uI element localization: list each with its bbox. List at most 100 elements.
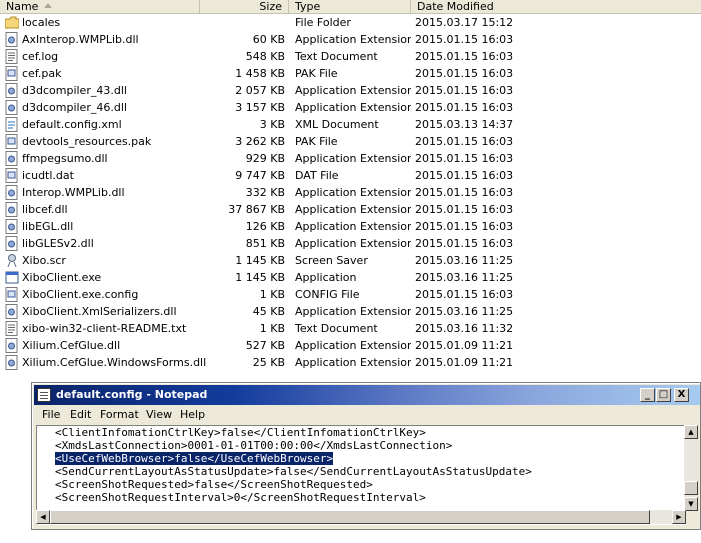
dll-icon — [5, 236, 19, 251]
generic-file-icon — [5, 134, 19, 149]
column-header-type[interactable]: Type — [289, 0, 411, 14]
notepad-window: default.config - Notepad _ □ X File Edit… — [31, 382, 701, 530]
generic-file-icon — [5, 287, 19, 302]
minimize-button[interactable]: _ — [640, 388, 655, 402]
scroll-left-icon[interactable]: ◀ — [36, 510, 50, 524]
window-title: default.config - Notepad — [56, 388, 208, 401]
file-row[interactable]: Xilium.CefGlue.WindowsForms.dll 25 KB Appl… — [0, 354, 701, 371]
file-row[interactable]: AxInterop.WMPLib.dll 60 KB Application Ext… — [0, 31, 701, 48]
file-row[interactable]: XiboClient.exe 1 145 KB Application 2015.03… — [0, 269, 701, 286]
file-size: 1 KB — [259, 322, 285, 335]
code-line-selected[interactable]: <UseCefWebBrowser>false</UseCefWebBrowse… — [55, 452, 334, 465]
file-row[interactable]: Interop.WMPLib.dll 332 KB Application Exte… — [0, 184, 701, 201]
column-header-name-label: Name — [6, 0, 39, 13]
file-type: Screen Saver — [295, 254, 368, 267]
dll-icon — [5, 338, 19, 353]
dll-icon — [5, 185, 19, 200]
file-type: Application Extension — [295, 220, 411, 233]
dll-icon — [5, 202, 19, 217]
file-size: 3 262 KB — [235, 135, 285, 148]
file-row[interactable]: libGLESv2.dll 851 KB Application Extension… — [0, 235, 701, 252]
file-size: 126 KB — [245, 220, 285, 233]
file-row[interactable]: devtools_resources.pak 3 262 KB PAK File 20… — [0, 133, 701, 150]
file-row[interactable]: d3dcompiler_46.dll 3 157 KB Application Ex… — [0, 99, 701, 116]
code-line[interactable]: <SendCurrentLayoutAsStatusUpdate>false</… — [55, 465, 532, 478]
code-line[interactable]: <ClientInfomationCtrlKey>false</ClientIn… — [55, 426, 426, 439]
file-row[interactable]: libEGL.dll 126 KB Application Extension 201… — [0, 218, 701, 235]
column-header-bar: Name Size Type Date Modified — [0, 0, 701, 14]
file-row[interactable]: cef.pak 1 458 KB PAK File 2015.01.15 16:03 — [0, 65, 701, 82]
column-header-size[interactable]: Size — [200, 0, 289, 14]
file-type: Application Extension — [295, 339, 411, 352]
scroll-up-icon[interactable]: ▲ — [684, 425, 698, 439]
file-type: CONFIG File — [295, 288, 360, 301]
file-row[interactable]: Xilium.CefGlue.dll 527 KB Application Exte… — [0, 337, 701, 354]
notepad-title-bar[interactable]: default.config - Notepad _ □ X — [34, 385, 700, 405]
file-size: 9 747 KB — [235, 169, 285, 182]
close-button[interactable]: X — [674, 388, 689, 402]
scroll-down-icon[interactable]: ▼ — [684, 497, 698, 511]
file-type: DAT File — [295, 169, 339, 182]
menu-edit[interactable]: Edit — [65, 406, 96, 424]
file-row[interactable]: libcef.dll 37 867 KB Application Extension… — [0, 201, 701, 218]
file-type: Application Extension — [295, 101, 411, 114]
menu-help[interactable]: Help — [175, 406, 210, 424]
file-date: 2015.01.09 11:21 — [415, 356, 514, 369]
code-line[interactable]: <ScreenShotRequested>false</ScreenShotRe… — [55, 478, 373, 491]
file-row[interactable]: locales File Folder 2015.03.17 15:12 — [0, 14, 701, 31]
file-size: 37 867 KB — [228, 203, 285, 216]
file-type: Application Extension — [295, 305, 411, 318]
sort-ascending-icon — [44, 3, 52, 8]
file-type: PAK File — [295, 135, 338, 148]
file-row[interactable]: XiboClient.XmlSerializers.dll 45 KB Applic… — [0, 303, 701, 320]
file-type: PAK File — [295, 67, 338, 80]
scroll-right-icon[interactable]: ▶ — [672, 510, 686, 524]
file-type: Application Extension — [295, 84, 411, 97]
file-size: 1 458 KB — [235, 67, 285, 80]
menu-format[interactable]: Format — [95, 406, 144, 424]
file-date: 2015.03.13 14:37 — [415, 118, 514, 131]
horizontal-scroll-thumb[interactable] — [50, 510, 650, 524]
vertical-scrollbar[interactable]: ▲ ▼ — [684, 425, 698, 511]
dll-icon — [5, 355, 19, 370]
file-date: 2015.01.15 16:03 — [415, 288, 514, 301]
maximize-button[interactable]: □ — [656, 388, 671, 402]
file-date: 2015.03.16 11:25 — [415, 305, 514, 318]
code-line[interactable]: <ScreenShotRequestInterval>0</ScreenShot… — [55, 491, 426, 504]
file-type: Text Document — [295, 322, 378, 335]
file-row[interactable]: d3dcompiler_43.dll 2 057 KB Application Ex… — [0, 82, 701, 99]
file-row[interactable]: default.config.xml 3 KB XML Document 2015.0… — [0, 116, 701, 133]
file-type: File Folder — [295, 16, 351, 29]
file-size: 332 KB — [245, 186, 285, 199]
dll-icon — [5, 219, 19, 234]
menu-file[interactable]: File — [37, 406, 65, 424]
vertical-scroll-thumb[interactable] — [684, 481, 698, 495]
file-type: Application Extension — [295, 203, 411, 216]
file-row[interactable]: cef.log 548 KB Text Document 2015.01.15 16:… — [0, 48, 701, 65]
file-row[interactable]: xibo-win32-client-README.txt 1 KB Text Doc… — [0, 320, 701, 337]
file-date: 2015.01.09 11:21 — [415, 339, 514, 352]
file-date: 2015.01.15 16:03 — [415, 101, 514, 114]
file-row[interactable]: Xibo.scr 1 145 KB Screen Saver 2015.03.16 1… — [0, 252, 701, 269]
application-icon — [5, 270, 19, 285]
code-line[interactable]: <XmdsLastConnection>0001-01-01T00:00:00<… — [55, 439, 452, 452]
file-row[interactable]: XiboClient.exe.config 1 KB CONFIG File 2015… — [0, 286, 701, 303]
generic-file-icon — [5, 66, 19, 81]
file-date: 2015.01.15 16:03 — [415, 203, 514, 216]
column-header-date[interactable]: Date Modified — [411, 0, 701, 14]
file-size: 851 KB — [245, 237, 285, 250]
file-size: 1 145 KB — [235, 271, 285, 284]
file-date: 2015.03.16 11:32 — [415, 322, 514, 335]
menu-view[interactable]: View — [141, 406, 177, 424]
file-type: Text Document — [295, 50, 378, 63]
xml-file-icon — [5, 117, 19, 132]
file-size: 929 KB — [245, 152, 285, 165]
column-header-name[interactable]: Name — [0, 0, 200, 14]
horizontal-scrollbar[interactable]: ◀ ▶ — [36, 510, 686, 524]
file-row[interactable]: icudtl.dat 9 747 KB DAT File 2015.01.15 16:… — [0, 167, 701, 184]
file-date: 2015.03.17 15:12 — [415, 16, 514, 29]
notepad-app-icon[interactable] — [37, 388, 51, 402]
file-type: Application Extension — [295, 237, 411, 250]
file-size: 45 KB — [252, 305, 285, 318]
file-row[interactable]: ffmpegsumo.dll 929 KB Application Extensio… — [0, 150, 701, 167]
